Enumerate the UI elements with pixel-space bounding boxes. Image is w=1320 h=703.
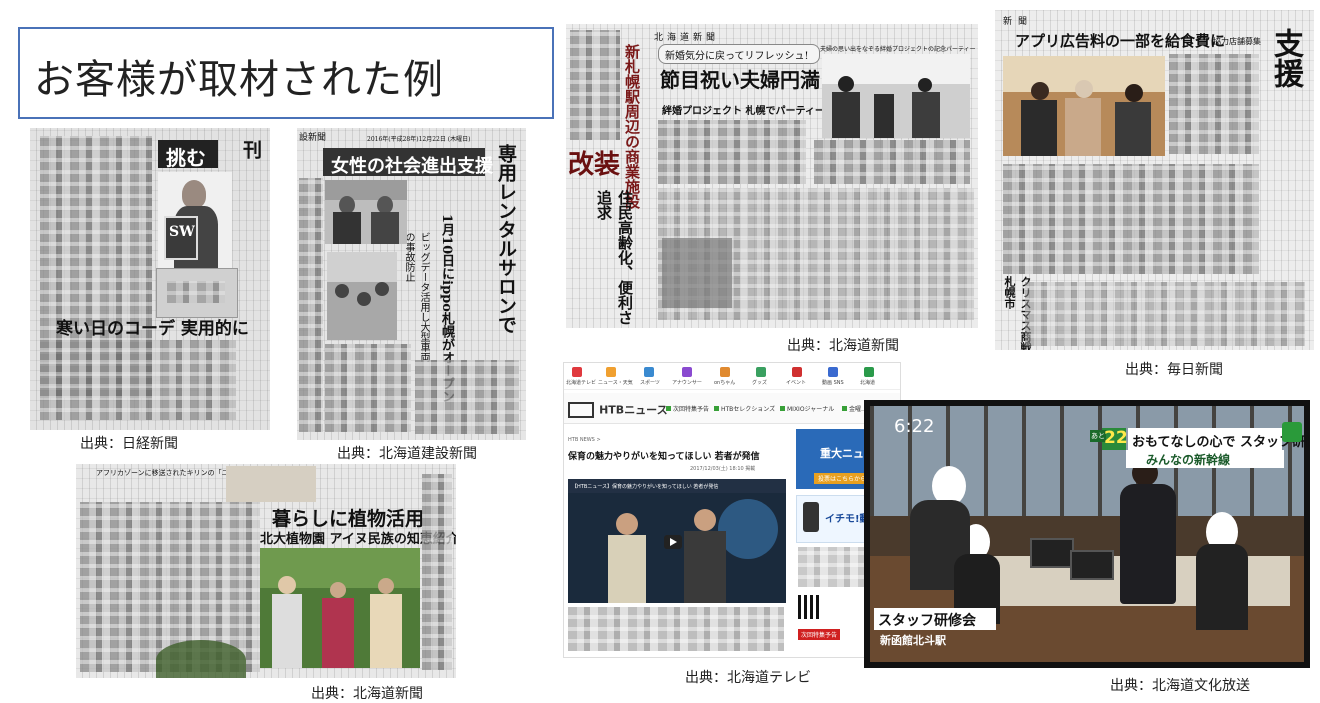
caption-mainichi: 出典：毎日新聞	[1125, 362, 1223, 378]
htb-menu-item-1[interactable]: 次回特集予告	[666, 404, 709, 413]
htb-breadcrumb[interactable]: HTB NEWS >	[568, 437, 601, 443]
tv-location: 新函館北斗駅	[880, 634, 946, 647]
slide-title: お客様が取材された例	[34, 57, 444, 103]
hokkaido-bottom-headline: 暮らしに植物活用	[272, 508, 425, 530]
htb-menu-item-2[interactable]: HTBセレクションズ	[714, 404, 775, 413]
kensetsu-photo-bottom	[327, 252, 397, 340]
caption-kensetsu: 出典：北海道建設新聞	[337, 446, 477, 462]
clipping-hokkaido-top: 北海道新聞 新婚気分に戻ってリフレッシュ! 節目祝い夫婦円満 絆婚プロジェクト …	[566, 24, 978, 328]
tv-ticker: おもてなしの心で スタッフ研修	[1128, 428, 1310, 450]
nikkei-photo: SW	[158, 172, 232, 268]
htb-menu-item-3[interactable]: MIXIOジャーナル	[780, 404, 834, 413]
tv-screenshot: 6:22 あと 22 おもてなしの心で スタッフ研修 みんなの新幹線 スタッフ研…	[864, 400, 1310, 668]
htb-nav-bar: 北海道テレビ ニュース・天気 スポーツ アナウンサー onちゃん グッズ イベン…	[564, 363, 900, 390]
caption-htb: 出典：北海道テレビ	[685, 670, 811, 686]
tv-countdown: あと 22	[1090, 428, 1128, 450]
hokkaido-vertical-2: 住民高齢化、便利さ追求	[595, 190, 634, 325]
hokkaido-photo-mosaic	[662, 238, 732, 308]
clipping-hokkaido-bottom: アフリカゾーンに移送されたキリンの「ユウマ」(円山動物園提供) 暮らしに植物活用…	[76, 464, 456, 678]
caption-hokkaido-bottom: 出典：北海道新聞	[311, 686, 423, 702]
hokkaido-headline: 節目祝い夫婦円満	[660, 68, 820, 92]
htb-logo[interactable]: HTBニュース	[568, 399, 668, 418]
play-button-icon[interactable]	[664, 535, 682, 549]
kensetsu-sub-vertical: ビッグデータ活用し大型車両の事故防止	[403, 232, 429, 362]
kensetsu-masthead: 設新聞	[299, 133, 327, 143]
hokkaido-photo-caption: 夫婦の思い出をなぞる絆婚プロジェクトの記念パーティー	[820, 46, 976, 53]
htb-video-player[interactable]: 【HTBニュース】保育の魅力やりがいを知ってほしい 若者が発信	[568, 479, 786, 603]
mainichi-headline: アプリ広告料の一部を給食費に	[1015, 32, 1226, 50]
hokkaido-bottom-photo	[260, 548, 420, 668]
hokkaido-bottom-leaf	[156, 640, 246, 678]
hokkaido-masthead: 北海道新聞	[654, 33, 720, 43]
tv-sub-ticker: みんなの新幹線	[1126, 450, 1284, 468]
htb-side-red[interactable]: 次回特集予告	[798, 629, 841, 640]
htb-article-date: 2017/12/03(土) 18:10 掲載	[690, 466, 756, 472]
nikkei-bottom-headline: 寒い日のコーデ 実用的に	[56, 319, 249, 339]
mainichi-masthead: 新聞	[1003, 17, 1034, 27]
htb-web-screenshot: 北海道テレビ ニュース・天気 スポーツ アナウンサー onちゃん グッズ イベン…	[563, 362, 901, 658]
kensetsu-date: 2016年(平成28年)12月22日 (木曜日)	[367, 136, 471, 143]
caption-hokkaido-top: 出典：北海道新聞	[787, 338, 899, 354]
hokkaido-subhead: 絆婚プロジェクト 札幌でパーティー	[662, 106, 825, 117]
giraffe-photo	[226, 466, 316, 502]
slide-title-box: お客様が取材された例	[18, 27, 554, 119]
caption-tv: 出典：北海道文化放送	[1110, 678, 1250, 694]
qr-code-icon	[798, 595, 822, 619]
mainichi-photo	[1003, 56, 1165, 156]
hokkaido-strap: 新婚気分に戻ってリフレッシュ!	[658, 44, 820, 64]
clipping-kensetsu: 設新聞 2016年(平成28年)12月22日 (木曜日) 女性の社会進出支援 専…	[297, 128, 526, 440]
mainichi-tag: 協力店舗募集	[1213, 37, 1261, 46]
htb-header: HTBニュース 次回特集予告 HTBセレクションズ MIXIOジャーナル 金曜…	[564, 393, 900, 424]
clipping-nikkei: 挑む 雪国向けファッション誌創刊 SW 寒い日のコーデ 実用的に	[30, 128, 270, 430]
kensetsu-headline-band: 女性の社会進出支援	[323, 148, 493, 177]
kensetsu-photo-top	[325, 180, 407, 244]
htb-article-title: 保育の魅力やりがいを知ってほしい 若者が発信	[568, 452, 760, 462]
badge-idomu: 挑む	[158, 140, 218, 170]
nikkei-shop-photo	[156, 268, 238, 318]
mainichi-vertical-big: 飲食店予約で途上国支援	[1268, 28, 1314, 298]
hokkaido-big-left: 改装	[568, 150, 621, 180]
htb-video-title: 【HTBニュース】保育の魅力やりがいを知ってほしい 若者が発信	[572, 484, 719, 490]
phone-icon	[803, 502, 819, 532]
tv-lower-third: スタッフ研修会	[874, 608, 996, 630]
kensetsu-vertical-1: 専用レンタルサロンで	[495, 144, 517, 334]
hokkaido-photo	[822, 54, 970, 138]
clipping-mainichi: 新聞 アプリ広告料の一部を給食費に 協力店舗募集 飲食店予約で途上国支援 クリス…	[995, 10, 1314, 350]
magazine-cover-text: SW	[169, 224, 195, 240]
caption-nikkei: 出典：日経新聞	[80, 436, 178, 452]
tv-clock: 6:22	[894, 416, 935, 437]
tv-logo-icon	[1282, 422, 1302, 442]
